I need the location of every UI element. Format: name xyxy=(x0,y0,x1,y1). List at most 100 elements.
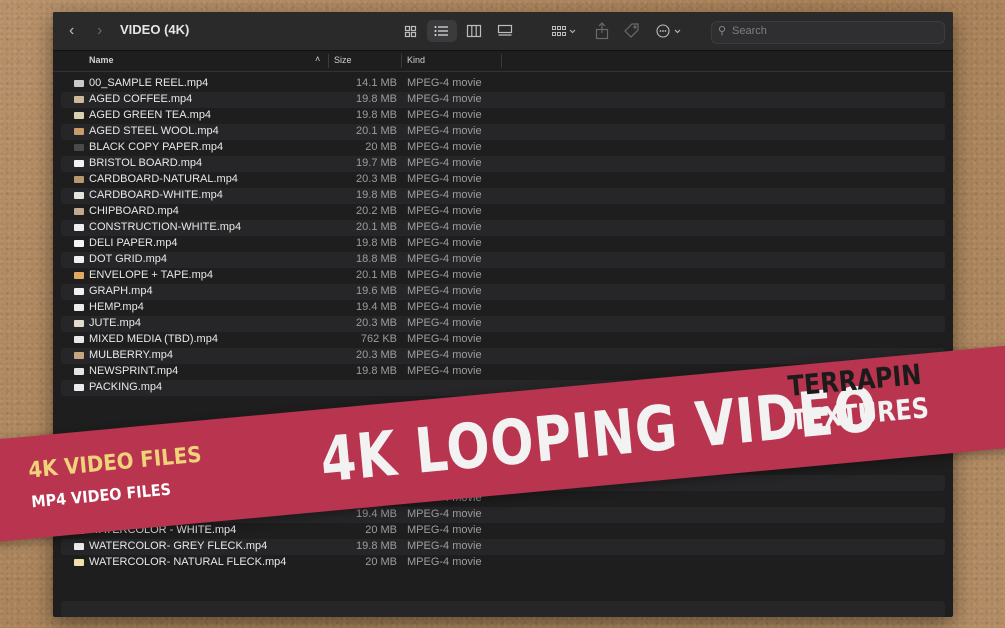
file-name: GRAPH.mp4 xyxy=(89,285,153,297)
file-size: 20.3 MB xyxy=(356,173,397,185)
file-size: 19.8 MB xyxy=(356,365,397,377)
column-divider[interactable] xyxy=(328,54,329,68)
file-thumbnail-icon xyxy=(74,352,84,359)
list-view-button[interactable] xyxy=(427,20,457,42)
column-divider[interactable] xyxy=(501,54,502,68)
file-kind: MPEG-4 movie xyxy=(407,269,482,281)
file-name: BLACK COPY PAPER.mp4 xyxy=(89,141,224,153)
more-button[interactable] xyxy=(651,20,685,42)
file-name: AGED STEEL WOOL.mp4 xyxy=(89,125,219,137)
gallery-view-button[interactable] xyxy=(490,20,520,42)
file-thumbnail-icon xyxy=(74,208,84,215)
file-kind: MPEG-4 movie xyxy=(407,253,482,265)
file-row[interactable]: WATERCOLOR - WHITE.mp4 20 MB MPEG-4 movie xyxy=(61,523,945,539)
file-size: 20.2 MB xyxy=(356,205,397,217)
file-size: 19.8 MB xyxy=(356,189,397,201)
file-kind: MPEG-4 movie xyxy=(407,285,482,297)
finder-window: ‹ › VIDEO (4K) ⚲ Search Name ˄ Size Kind… xyxy=(53,12,953,617)
file-row[interactable]: HEMP.mp4 19.4 MB MPEG-4 movie xyxy=(61,300,945,316)
file-kind: MPEG-4 movie xyxy=(407,333,482,345)
file-name: MULBERRY.mp4 xyxy=(89,349,173,361)
file-kind: MPEG-4 movie xyxy=(407,173,482,185)
file-name: HEMP.mp4 xyxy=(89,301,144,313)
group-icon xyxy=(552,26,576,36)
file-name: WATERCOLOR- NATURAL FLECK.mp4 xyxy=(89,556,287,568)
file-row[interactable]: MULBERRY.mp4 20.3 MB MPEG-4 movie xyxy=(61,348,945,364)
file-row[interactable]: ENVELOPE + TAPE.mp4 20.1 MB MPEG-4 movie xyxy=(61,268,945,284)
file-size: 19.6 MB xyxy=(356,285,397,297)
more-icon xyxy=(656,24,681,38)
file-thumbnail-icon xyxy=(74,304,84,311)
window-title: VIDEO (4K) xyxy=(120,22,190,37)
search-placeholder: Search xyxy=(732,25,767,37)
file-kind: MPEG-4 movie xyxy=(407,157,482,169)
file-kind: MPEG-4 movie xyxy=(407,189,482,201)
file-row[interactable]: CONSTRUCTION-WHITE.mp4 20.1 MB MPEG-4 movi… xyxy=(61,220,945,236)
column-view-button[interactable] xyxy=(459,20,489,42)
file-size: 20.3 MB xyxy=(356,349,397,361)
file-size: 762 KB xyxy=(360,333,397,345)
file-row[interactable]: DELI PAPER.mp4 19.8 MB MPEG-4 movie xyxy=(61,236,945,252)
file-row[interactable]: CARDBOARD-WHITE.mp4 19.8 MB MPEG-4 movie xyxy=(61,188,945,204)
sort-chevron-up-icon[interactable]: ˄ xyxy=(315,54,320,64)
group-button[interactable] xyxy=(547,20,581,42)
file-row[interactable]: BLACK COPY PAPER.mp4 20 MB MPEG-4 movie xyxy=(61,140,945,156)
file-row[interactable]: WATERCOLOR- GREY FLECK.mp4 19.8 MB MPEG-4 … xyxy=(61,539,945,555)
file-name: 00_SAMPLE REEL.mp4 xyxy=(89,77,209,89)
file-size: 18.8 MB xyxy=(356,253,397,265)
file-size: 19.8 MB xyxy=(356,93,397,105)
file-row[interactable]: CHIPBOARD.mp4 20.2 MB MPEG-4 movie xyxy=(61,204,945,220)
file-row[interactable]: BRISTOL BOARD.mp4 19.7 MB MPEG-4 movie xyxy=(61,156,945,172)
file-row[interactable]: MIXED MEDIA (TBD).mp4 762 KB MPEG-4 movie xyxy=(61,332,945,348)
file-size: 20.1 MB xyxy=(356,269,397,281)
gallery-view-icon xyxy=(497,24,513,36)
file-size: 20 MB xyxy=(365,556,397,568)
file-thumbnail-icon xyxy=(74,112,84,119)
file-name: DELI PAPER.mp4 xyxy=(89,237,178,249)
file-kind: MPEG-4 movie xyxy=(407,237,482,249)
column-kind-header[interactable]: Kind xyxy=(407,55,425,65)
file-row[interactable]: AGED COFFEE.mp4 19.8 MB MPEG-4 movie xyxy=(61,92,945,108)
tag-button[interactable] xyxy=(616,20,646,42)
file-thumbnail-icon xyxy=(74,272,84,279)
file-kind: MPEG-4 movie xyxy=(407,141,482,153)
chevron-left-icon[interactable]: ‹ xyxy=(69,21,74,41)
file-kind: MPEG-4 movie xyxy=(407,524,482,536)
file-thumbnail-icon xyxy=(74,543,84,550)
file-row[interactable]: DOT GRID.mp4 18.8 MB MPEG-4 movie xyxy=(61,252,945,268)
file-row[interactable]: JUTE.mp4 20.3 MB MPEG-4 movie xyxy=(61,316,945,332)
file-name: AGED GREEN TEA.mp4 xyxy=(89,109,212,121)
column-name-header[interactable]: Name xyxy=(89,55,114,65)
file-thumbnail-icon xyxy=(74,224,84,231)
file-name: MIXED MEDIA (TBD).mp4 xyxy=(89,333,218,345)
file-name: CONSTRUCTION-WHITE.mp4 xyxy=(89,221,242,233)
file-thumbnail-icon xyxy=(74,160,84,167)
share-button[interactable] xyxy=(587,20,617,42)
file-row[interactable]: AGED GREEN TEA.mp4 19.8 MB MPEG-4 movie xyxy=(61,108,945,124)
file-thumbnail-icon xyxy=(74,384,84,391)
file-name: BRISTOL BOARD.mp4 xyxy=(89,157,203,169)
column-divider[interactable] xyxy=(401,54,402,68)
grid-view-button[interactable] xyxy=(396,20,426,42)
file-row[interactable]: GRAPH.mp4 19.6 MB MPEG-4 movie xyxy=(61,284,945,300)
file-size: 19.8 MB xyxy=(356,109,397,121)
file-name: CHIPBOARD.mp4 xyxy=(89,205,179,217)
file-kind: MPEG-4 movie xyxy=(407,301,482,313)
file-list-top: 00_SAMPLE REEL.mp4 14.1 MB MPEG-4 movie AGE… xyxy=(61,76,945,396)
file-size: 19.7 MB xyxy=(356,157,397,169)
file-thumbnail-icon xyxy=(74,256,84,263)
file-row[interactable]: 00_SAMPLE REEL.mp4 14.1 MB MPEG-4 movie xyxy=(61,76,945,92)
file-kind: MPEG-4 movie xyxy=(407,205,482,217)
file-thumbnail-icon xyxy=(74,144,84,151)
file-row[interactable]: CARDBOARD-NATURAL.mp4 20.3 MB MPEG-4 movie xyxy=(61,172,945,188)
chevron-right-icon[interactable]: › xyxy=(97,21,102,41)
file-row[interactable]: WATERCOLOR- NATURAL FLECK.mp4 20 MB MPEG-4… xyxy=(61,555,945,571)
search-field[interactable]: ⚲ Search xyxy=(711,21,945,44)
column-size-header[interactable]: Size xyxy=(334,55,352,65)
file-kind: MPEG-4 movie xyxy=(407,556,482,568)
file-thumbnail-icon xyxy=(74,320,84,327)
file-kind: MPEG-4 movie xyxy=(407,221,482,233)
file-row[interactable]: AGED STEEL WOOL.mp4 20.1 MB MPEG-4 movie xyxy=(61,124,945,140)
file-name: WATERCOLOR- GREY FLECK.mp4 xyxy=(89,540,268,552)
file-kind: MPEG-4 movie xyxy=(407,109,482,121)
